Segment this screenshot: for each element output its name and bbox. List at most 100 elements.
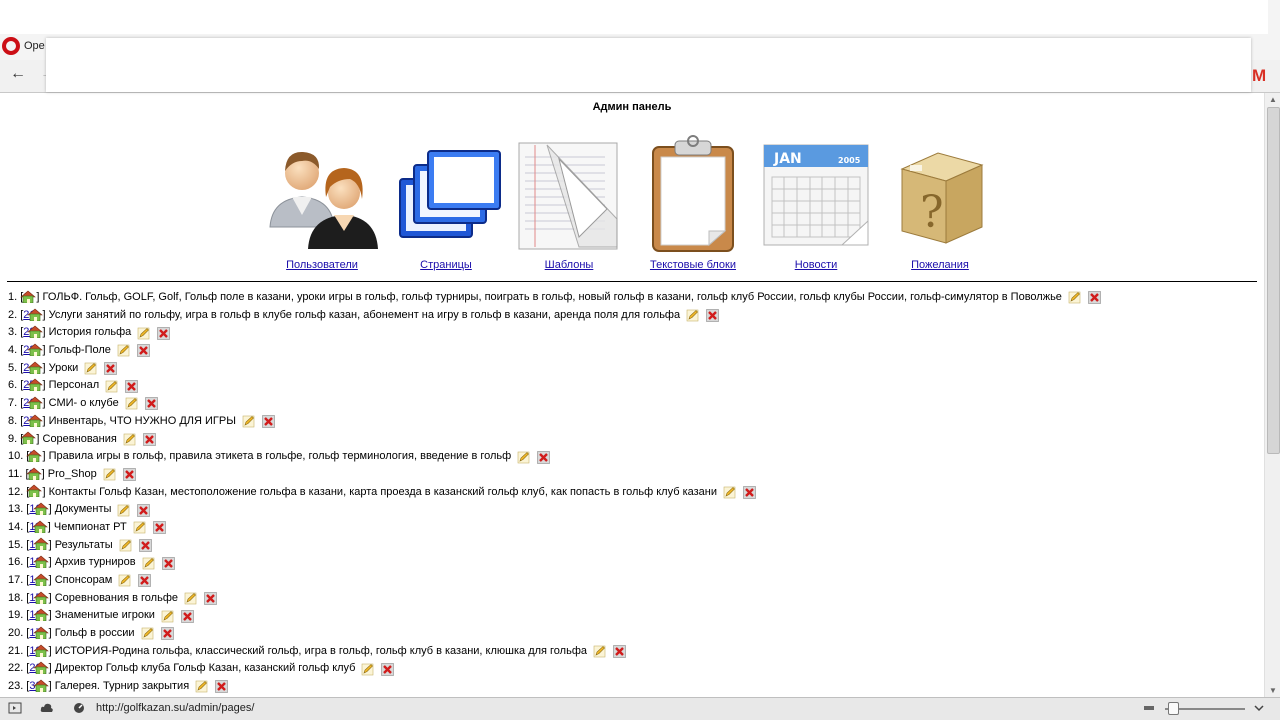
delete-icon[interactable]: [143, 433, 156, 446]
tile-news[interactable]: JAN 2005 Новости: [756, 135, 876, 271]
scroll-thumb[interactable]: [1267, 107, 1280, 454]
home-icon[interactable]: [32, 591, 49, 604]
gmail-icon[interactable]: M: [1252, 66, 1266, 86]
edit-icon[interactable]: [133, 521, 146, 534]
home-icon[interactable]: [26, 325, 43, 339]
edit-icon[interactable]: [723, 486, 736, 499]
tile-text-blocks-link[interactable]: Текстовые блоки: [633, 259, 753, 271]
clipboard-icon[interactable]: [633, 135, 753, 255]
calendar-icon[interactable]: JAN 2005: [756, 135, 876, 255]
tile-users[interactable]: Пользователи: [262, 135, 382, 271]
home-icon[interactable]: [32, 644, 49, 657]
zoom-slider-handle[interactable]: [1168, 702, 1179, 715]
edit-icon[interactable]: [517, 451, 530, 464]
home-icon[interactable]: [26, 396, 43, 410]
delete-icon[interactable]: [152, 521, 166, 535]
edit-icon[interactable]: [123, 433, 136, 446]
delete-icon[interactable]: [161, 556, 175, 570]
tile-users-link[interactable]: Пользователи: [262, 259, 382, 271]
home-icon[interactable]: [26, 308, 43, 321]
edit-icon[interactable]: [117, 504, 130, 517]
zoom-icon[interactable]: [1142, 702, 1156, 714]
home-icon[interactable]: [26, 414, 43, 427]
tile-news-link[interactable]: Новости: [756, 259, 876, 271]
delete-icon[interactable]: [160, 627, 174, 641]
delete-icon[interactable]: [1088, 291, 1101, 305]
home-icon[interactable]: [32, 502, 49, 516]
home-icon[interactable]: [32, 537, 49, 551]
delete-icon[interactable]: [137, 344, 150, 358]
home-icon[interactable]: [26, 343, 43, 357]
delete-icon[interactable]: [262, 415, 275, 428]
tile-wishes-link[interactable]: Пожелания: [880, 259, 1000, 271]
home-icon[interactable]: [32, 608, 49, 622]
edit-icon[interactable]: [593, 645, 606, 658]
delete-icon[interactable]: [144, 397, 158, 411]
edit-icon[interactable]: [84, 362, 97, 375]
pages-icon[interactable]: [386, 135, 506, 255]
delete-icon[interactable]: [122, 468, 136, 482]
home-icon[interactable]: [26, 449, 43, 463]
edit-icon[interactable]: [142, 557, 155, 570]
tile-templates-link[interactable]: Шаблоны: [509, 259, 629, 271]
delete-icon[interactable]: [157, 326, 171, 340]
delete-icon[interactable]: [138, 574, 152, 588]
tile-pages[interactable]: Страницы: [386, 135, 506, 271]
edit-icon[interactable]: [125, 397, 138, 410]
edit-icon[interactable]: [184, 592, 197, 605]
home-icon[interactable]: [20, 290, 37, 304]
tile-text-blocks[interactable]: Текстовые блоки: [633, 135, 753, 271]
home-icon[interactable]: [25, 467, 42, 481]
speed-dial-icon[interactable]: [72, 702, 86, 714]
home-icon[interactable]: [32, 573, 49, 587]
table-row: 12.[9] Контакты Гольф Казан, местоположе…: [8, 484, 1101, 502]
home-icon[interactable]: [32, 555, 49, 569]
page-scrollbar[interactable]: ▲ ▼: [1264, 93, 1280, 697]
edit-icon[interactable]: [119, 539, 132, 552]
scroll-up-arrow-icon[interactable]: ▲: [1269, 95, 1277, 104]
panel-toggle-icon[interactable]: [8, 702, 22, 714]
edit-icon[interactable]: [137, 327, 150, 340]
edit-icon[interactable]: [242, 415, 255, 428]
tile-templates[interactable]: Шаблоны: [509, 135, 629, 271]
home-icon[interactable]: [31, 520, 48, 534]
edit-icon[interactable]: [195, 680, 208, 693]
home-icon[interactable]: [26, 361, 43, 374]
edit-icon[interactable]: [361, 663, 374, 676]
edit-icon[interactable]: [1068, 291, 1081, 304]
scroll-down-arrow-icon[interactable]: ▼: [1269, 686, 1277, 695]
edit-icon[interactable]: [686, 309, 699, 322]
back-arrow-icon[interactable]: ←: [10, 65, 26, 83]
home-icon[interactable]: [26, 378, 43, 392]
delete-icon[interactable]: [181, 609, 194, 623]
delete-icon[interactable]: [743, 486, 756, 499]
delete-icon[interactable]: [104, 362, 118, 375]
home-icon[interactable]: [26, 484, 43, 498]
delete-icon[interactable]: [204, 592, 217, 605]
cloud-icon[interactable]: [40, 702, 54, 714]
delete-icon[interactable]: [215, 680, 228, 694]
home-icon[interactable]: [32, 626, 49, 640]
templates-icon[interactable]: [509, 135, 629, 255]
delete-icon[interactable]: [137, 503, 151, 517]
tile-pages-link[interactable]: Страницы: [386, 259, 506, 271]
edit-icon[interactable]: [118, 574, 131, 587]
users-icon[interactable]: [262, 135, 382, 255]
edit-icon[interactable]: [141, 627, 154, 640]
tile-wishes[interactable]: ? Пожелания: [880, 135, 1000, 271]
delete-icon[interactable]: [125, 379, 138, 393]
delete-icon[interactable]: [613, 645, 626, 658]
home-icon[interactable]: [32, 679, 49, 693]
delete-icon[interactable]: [537, 450, 551, 464]
zoom-menu-icon[interactable]: [1252, 702, 1266, 714]
delete-icon[interactable]: [138, 539, 152, 552]
edit-icon[interactable]: [105, 380, 118, 393]
edit-icon[interactable]: [117, 344, 130, 357]
edit-icon[interactable]: [103, 468, 116, 481]
edit-icon[interactable]: [161, 610, 174, 623]
delete-icon[interactable]: [381, 662, 395, 676]
delete-icon[interactable]: [706, 309, 719, 322]
home-icon[interactable]: [20, 431, 37, 445]
question-box-icon[interactable]: ?: [880, 135, 1000, 255]
home-icon[interactable]: [32, 661, 49, 675]
